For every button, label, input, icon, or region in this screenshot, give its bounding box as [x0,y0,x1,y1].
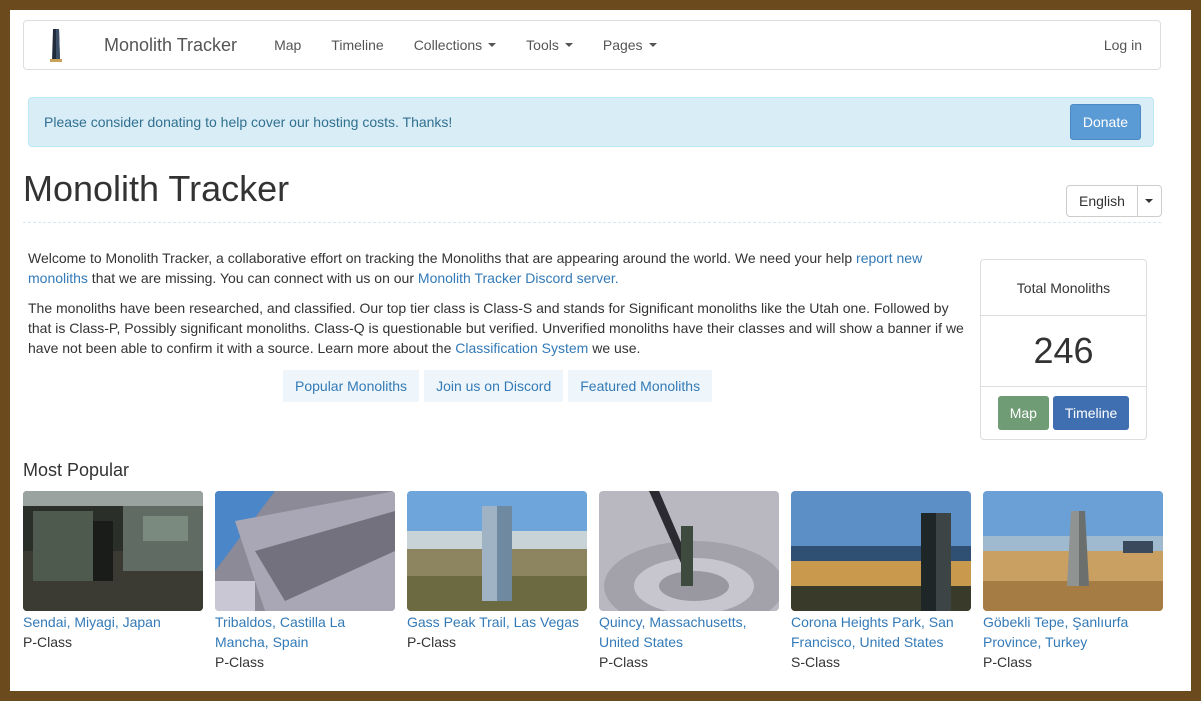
nav-map-label: Map [274,37,302,53]
intro-p1-text-a: Welcome to Monolith Tracker, a collabora… [28,250,857,266]
alert-text: Please consider donating to help cover o… [44,114,453,130]
page: Monolith Tracker Map Timeline Collection… [10,10,1191,691]
card-class: P-Class [23,634,73,650]
nav-tools-dropdown[interactable]: Tools [511,37,588,53]
total-monoliths-heading: Total Monoliths [981,260,1146,316]
intro-paragraph-2: The monoliths have been researched, and … [28,298,968,358]
language-selected[interactable]: English [1067,186,1138,216]
monolith-card: Göbekli Tepe, Şanlıurfa Province, Turkey… [983,491,1163,672]
total-monoliths-panel: Total Monoliths 246 Map Timeline [980,259,1147,440]
intro-p1-text-b: that we are missing. You can connect wit… [87,270,418,286]
nav-pages-dropdown[interactable]: Pages [588,37,672,53]
card-class: P-Class [983,654,1033,670]
login-link[interactable]: Log in [1104,37,1142,53]
total-monoliths-count: 246 [981,316,1146,387]
most-popular-heading: Most Popular [23,460,130,480]
page-title: Monolith Tracker [23,168,290,209]
monolith-card: Gass Peak Trail, Las Vegas P-Class [407,491,587,672]
intro-p2-text-b: we use. [588,340,641,356]
language-dropdown-toggle[interactable] [1138,186,1161,216]
nav-tools-label: Tools [526,37,559,53]
donate-button[interactable]: Donate [1069,104,1141,140]
caret-down-icon [1145,199,1154,203]
discord-server-link[interactable]: Monolith Tracker Discord server. [418,270,619,286]
featured-monoliths-link[interactable]: Featured Monoliths [568,370,713,402]
monolith-thumbnail[interactable] [983,491,1163,611]
card-title-link[interactable]: Sendai, Miyagi, Japan [23,612,203,632]
monolith-thumbnail[interactable] [215,491,395,611]
intro-paragraph-1: Welcome to Monolith Tracker, a collabora… [28,248,968,288]
caret-down-icon [648,43,657,47]
caret-down-icon [488,43,497,47]
monolith-card: Corona Heights Park, San Francisco, Unit… [791,491,971,672]
monolith-card: Quincy, Massachusetts, United States P-C… [599,491,779,672]
popular-monoliths-link[interactable]: Popular Monoliths [283,370,420,402]
card-class: P-Class [407,634,457,650]
donation-alert: Please consider donating to help cover o… [28,97,1154,147]
card-title-link[interactable]: Quincy, Massachusetts, United States [599,612,779,652]
monolith-thumbnail[interactable] [791,491,971,611]
card-class: S-Class [791,654,841,670]
card-title-link[interactable]: Gass Peak Trail, Las Vegas [407,612,587,632]
nav-collections-label: Collections [413,37,483,53]
card-title-link[interactable]: Tribaldos, Castilla La Mancha, Spain [215,612,395,652]
classification-system-link[interactable]: Classification System [455,340,588,356]
map-button[interactable]: Map [997,396,1049,430]
nav-timeline-label: Timeline [331,37,384,53]
timeline-button[interactable]: Timeline [1052,396,1130,430]
card-class: P-Class [215,654,265,670]
popular-cards: Sendai, Miyagi, Japan P-Class Tribaldos,… [23,491,1163,672]
monolith-thumbnail[interactable] [407,491,587,611]
intro-text: Welcome to Monolith Tracker, a collabora… [28,248,968,368]
brand-title[interactable]: Monolith Tracker [104,35,237,56]
card-title-link[interactable]: Göbekli Tepe, Şanlıurfa Province, Turkey [983,612,1163,652]
discord-link[interactable]: Join us on Discord [424,370,564,402]
nav-collections-dropdown[interactable]: Collections [399,37,511,53]
nav-pages-label: Pages [602,37,643,53]
nav-map[interactable]: Map [259,37,316,53]
navbar: Monolith Tracker Map Timeline Collection… [23,20,1161,70]
monolith-thumbnail[interactable] [599,491,779,611]
caret-down-icon [564,43,573,47]
card-class: P-Class [599,654,649,670]
panel-buttons: Map Timeline [981,387,1146,430]
monolith-card: Tribaldos, Castilla La Mancha, Spain P-C… [215,491,395,672]
language-select[interactable]: English [1066,185,1162,217]
quick-links: Popular Monoliths Join us on Discord Fea… [283,370,713,402]
card-title-link[interactable]: Corona Heights Park, San Francisco, Unit… [791,612,971,652]
title-divider [23,222,1161,223]
nav-timeline[interactable]: Timeline [316,37,398,53]
monolith-thumbnail[interactable] [23,491,203,611]
monolith-logo-icon[interactable] [46,27,66,63]
monolith-card: Sendai, Miyagi, Japan P-Class [23,491,203,672]
